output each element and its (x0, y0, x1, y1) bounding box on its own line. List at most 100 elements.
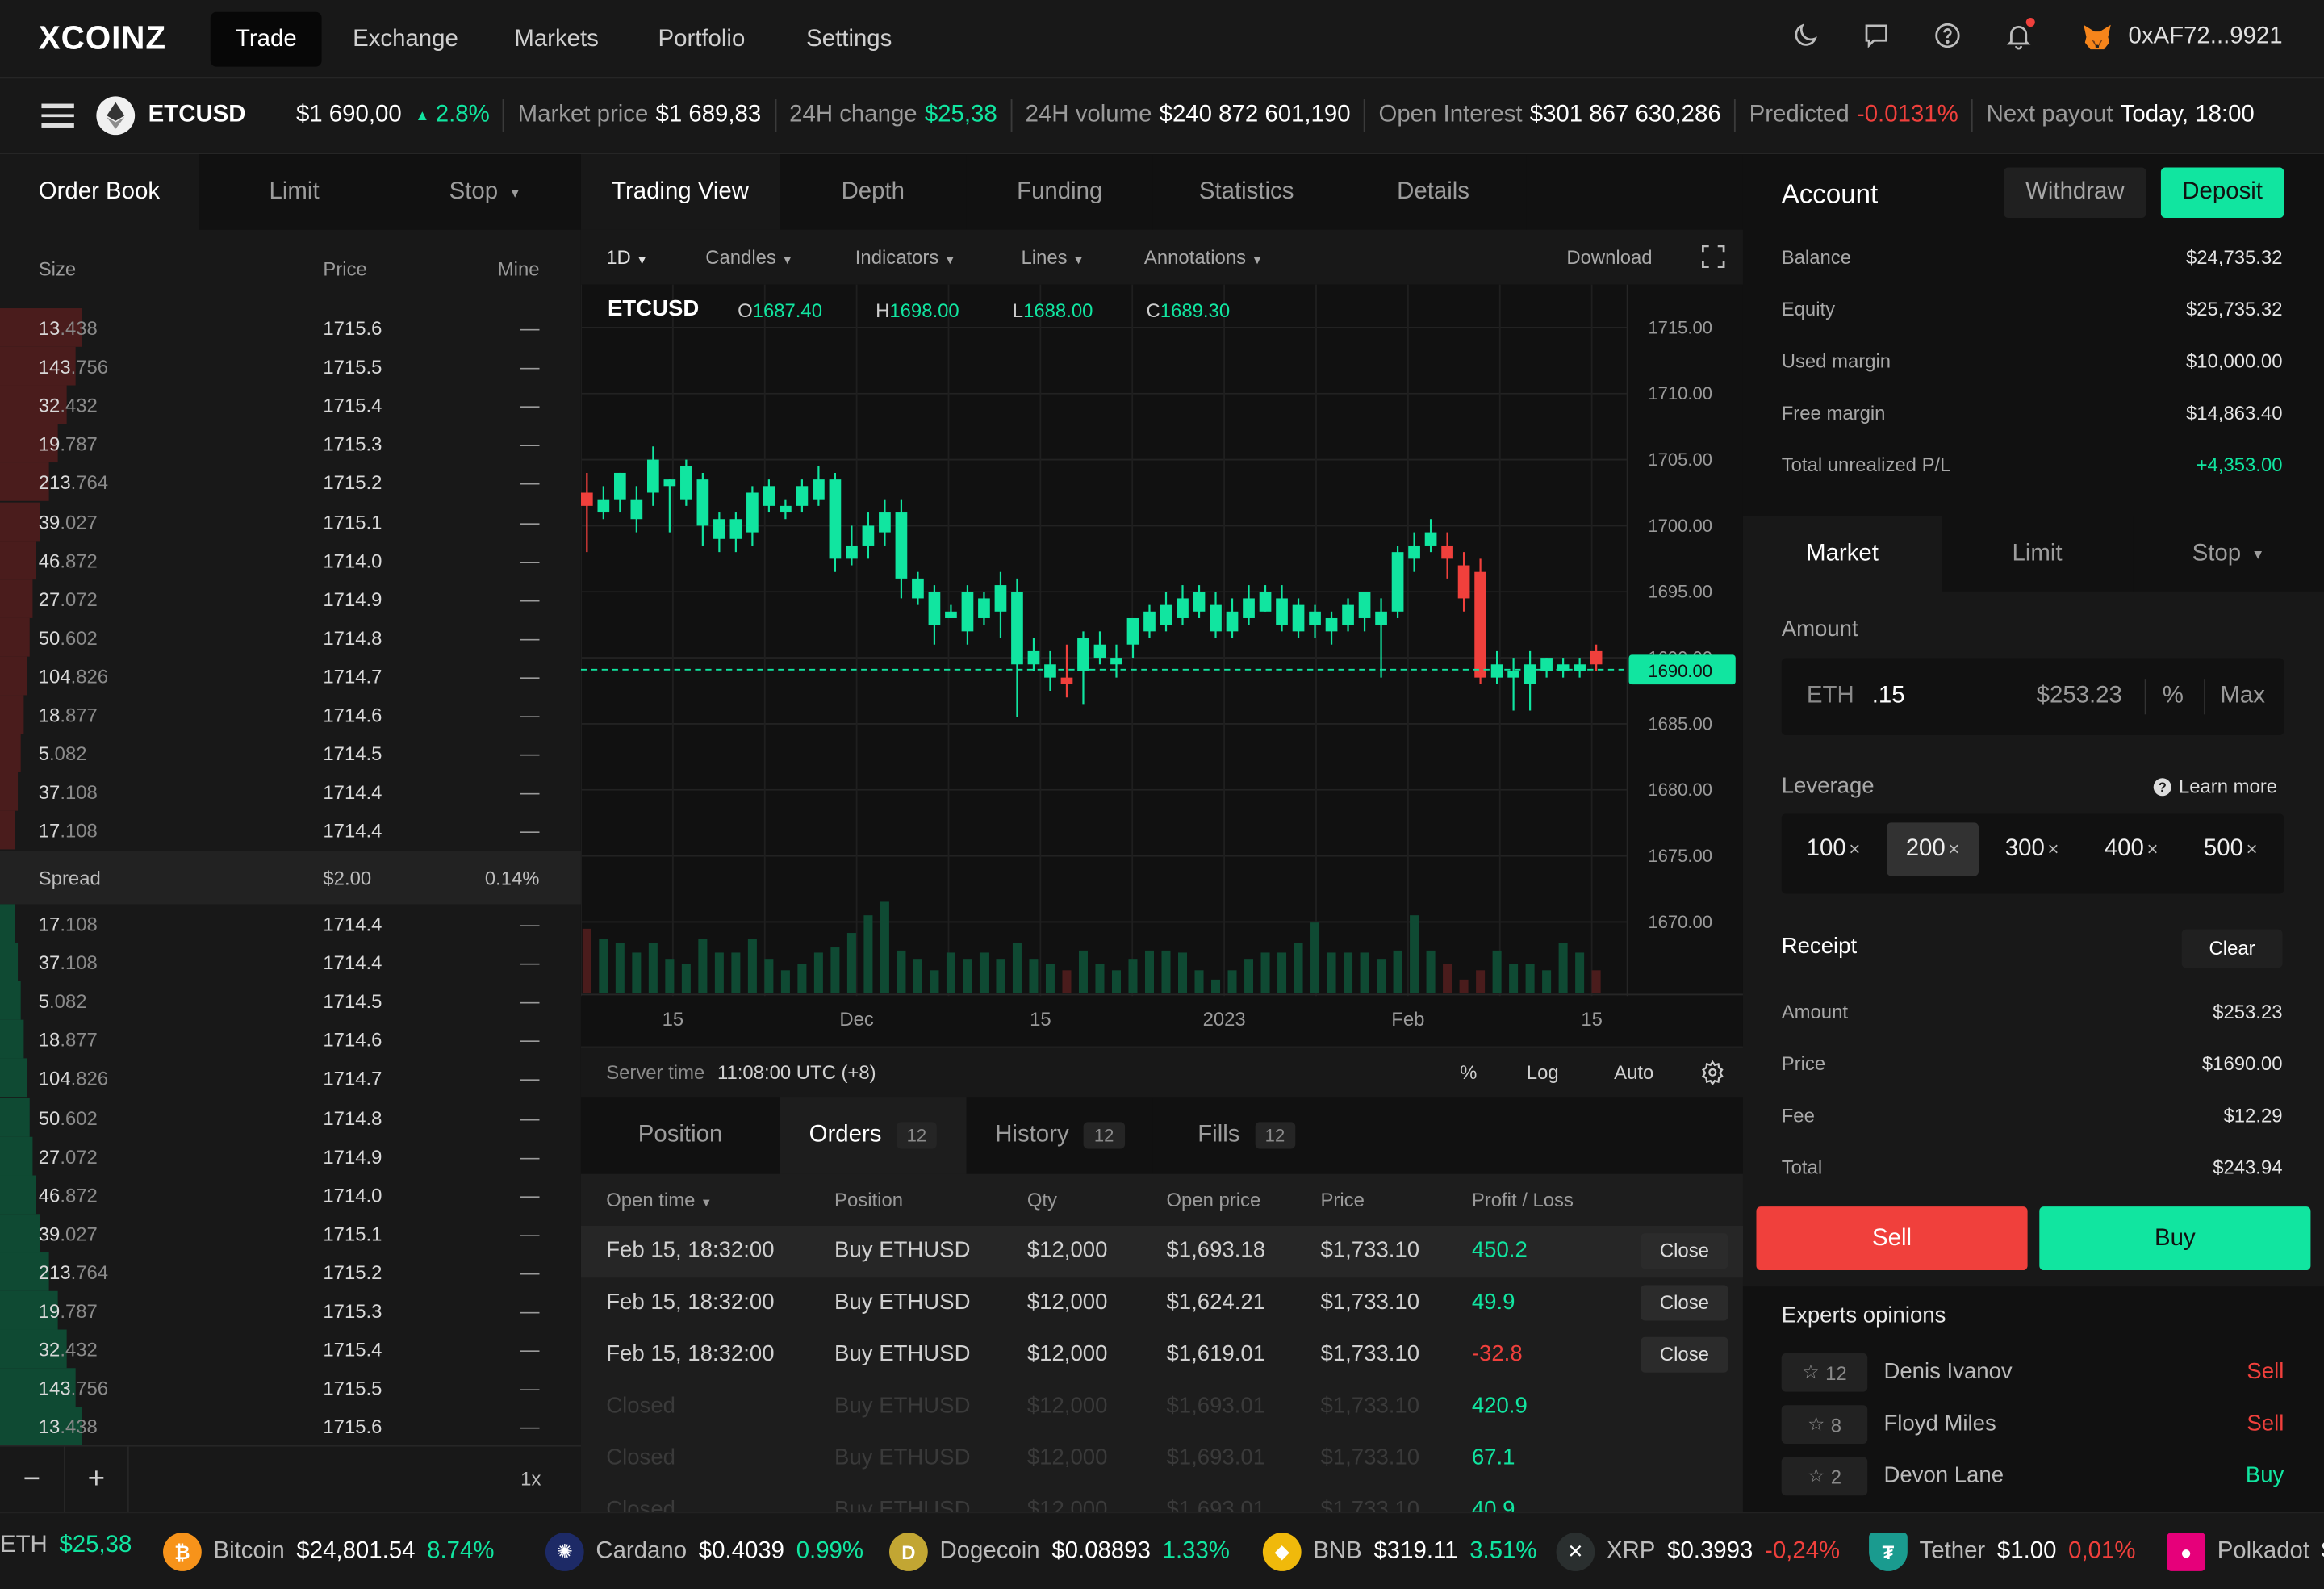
order-book-row[interactable]: 39.027 1715.1 — (0, 501, 581, 541)
order-book-row[interactable]: 19.787 1715.3 — (0, 1290, 581, 1330)
percent-scale-button[interactable]: % (1460, 1061, 1477, 1084)
tab-limit[interactable]: Limit (199, 154, 391, 230)
log-scale-button[interactable]: Log (1527, 1061, 1559, 1084)
expert-row[interactable]: ☆ 8 Floyd Miles Sell (1781, 1405, 2284, 1449)
order-row[interactable]: Feb 15, 18:32:00 Buy ETHUSD $12,000 $1,619.… (581, 1330, 1743, 1382)
candle-body[interactable] (1177, 598, 1189, 618)
candle-body[interactable] (1375, 611, 1387, 625)
leverage-option-400[interactable]: 400 × (2085, 822, 2177, 876)
candle-body[interactable] (696, 479, 709, 526)
candle-body[interactable] (1590, 650, 1603, 665)
order-book-row[interactable]: 213.764 1715.2 — (0, 1252, 581, 1291)
moon-icon[interactable] (1791, 21, 1823, 53)
candle-body[interactable] (994, 585, 1007, 612)
order-book-row[interactable]: 17.108 1714.4 — (0, 811, 581, 850)
coin-ticker-item[interactable]: ✕ XRP $0.3993 -0,24% (1556, 1533, 1840, 1571)
auto-scale-button[interactable]: Auto (1614, 1061, 1653, 1084)
candle-body[interactable] (1093, 644, 1106, 659)
candle-body[interactable] (1044, 664, 1056, 678)
candle-body[interactable] (580, 492, 593, 506)
candle-body[interactable] (978, 598, 990, 618)
order-book-row[interactable]: 27.072 1714.9 — (0, 1136, 581, 1175)
coin-ticker-item[interactable]: ● Polkadot $ (2167, 1533, 2324, 1571)
candle-body[interactable] (1457, 565, 1470, 599)
candle-body[interactable] (1259, 592, 1272, 612)
order-book-row[interactable]: 17.108 1714.4 — (0, 904, 581, 943)
candle-body[interactable] (647, 459, 659, 493)
expert-row[interactable]: ☆ 2 Devon Lane Buy (1781, 1457, 2284, 1501)
candle-body[interactable] (796, 486, 809, 506)
indicators-dropdown[interactable]: Indicators ▼ (855, 246, 956, 269)
tab-history[interactable]: History 12 (966, 1097, 1153, 1174)
order-row[interactable]: Feb 15, 18:32:00 Buy ETHUSD $12,000 $1,624.… (581, 1277, 1743, 1329)
zoom-in-button[interactable]: + (65, 1446, 129, 1512)
candle-body[interactable] (746, 492, 759, 533)
candle-body[interactable] (1309, 611, 1321, 625)
coin-ticker-item[interactable]: ₮ Tether $1.00 0,01% (1869, 1533, 2135, 1571)
candle-body[interactable] (1126, 617, 1139, 645)
candle-body[interactable] (713, 519, 725, 539)
symbol-selector[interactable]: ETCUSD (148, 102, 246, 129)
chat-icon[interactable] (1862, 21, 1894, 53)
candlestick-chart[interactable]: 1715.00 1710.00 1705.00 1700.00 1695.00 1690.… (580, 284, 1743, 1098)
close-order-button[interactable]: Close (1641, 1285, 1728, 1321)
tab-limit-order[interactable]: Limit (1942, 516, 2134, 592)
tab-orders[interactable]: Orders 12 (780, 1097, 967, 1174)
candle-body[interactable] (1210, 604, 1222, 632)
order-book-row[interactable]: 5.082 1714.5 — (0, 734, 581, 773)
tab-order-book[interactable]: Order Book (0, 154, 199, 230)
fullscreen-icon[interactable] (1701, 245, 1725, 273)
candle-body[interactable] (961, 592, 974, 632)
learn-more-link[interactable]: ? Learn more (2153, 776, 2277, 797)
candle-body[interactable] (1490, 664, 1503, 678)
candle-body[interactable] (1243, 598, 1255, 618)
candle-body[interactable] (630, 499, 643, 520)
candle-body[interactable] (763, 486, 775, 506)
sell-button[interactable]: Sell (1756, 1206, 2028, 1271)
candle-body[interactable] (1524, 664, 1536, 684)
tab-statistics[interactable]: Statistics (1152, 154, 1340, 230)
candle-body[interactable] (1077, 638, 1089, 671)
order-row[interactable]: Closed Buy ETHUSD $12,000 $1,693.01 $1,733.1… (581, 1382, 1743, 1433)
order-book-row[interactable]: 13.438 1715.6 — (0, 1407, 581, 1446)
candle-body[interactable] (813, 479, 825, 500)
amount-value[interactable]: .15 (1872, 684, 1905, 710)
candle-body[interactable] (1060, 677, 1073, 684)
wallet-button[interactable]: 0xAF72...9921 (2081, 21, 2283, 53)
download-button[interactable]: Download (1566, 246, 1652, 269)
candle-body[interactable] (1424, 532, 1437, 546)
help-icon[interactable] (1933, 21, 1965, 53)
candles-dropdown[interactable]: Candles ▼ (705, 246, 793, 269)
candle-body[interactable] (1325, 617, 1338, 632)
order-book-row[interactable]: 104.826 1714.7 — (0, 1059, 581, 1098)
candle-body[interactable] (1193, 592, 1206, 612)
leverage-option-200[interactable]: 200 × (1887, 822, 1979, 876)
candle-body[interactable] (780, 505, 792, 513)
candle-body[interactable] (1342, 604, 1354, 625)
candle-body[interactable] (1160, 604, 1172, 625)
tab-depth[interactable]: Depth (780, 154, 967, 230)
order-book-row[interactable]: 143.756 1715.5 — (0, 1368, 581, 1407)
tab-position[interactable]: Position (580, 1097, 780, 1174)
candle-body[interactable] (1110, 658, 1122, 665)
coin-ticker-item[interactable]: ETH $25,38 (0, 1533, 132, 1559)
order-book-row[interactable]: 32.432 1715.4 — (0, 385, 581, 424)
leverage-option-300[interactable]: 300 × (1986, 822, 2078, 876)
order-book-row[interactable]: 18.877 1714.6 — (0, 695, 581, 734)
order-book-row[interactable]: 39.027 1715.1 — (0, 1213, 581, 1252)
candle-body[interactable] (862, 525, 875, 546)
order-book-row[interactable]: 46.872 1714.0 — (0, 540, 581, 579)
nav-exchange[interactable]: Exchange (328, 12, 483, 67)
nav-portfolio[interactable]: Portfolio (633, 12, 770, 67)
order-book-row[interactable]: 13.438 1715.6 — (0, 308, 581, 347)
order-book-row[interactable]: 104.826 1714.7 — (0, 656, 581, 696)
amount-input[interactable]: ETH .15 $253.23 % Max (1781, 658, 2284, 736)
hamburger-menu-icon[interactable] (41, 104, 74, 128)
order-book-row[interactable]: 32.432 1715.4 — (0, 1329, 581, 1369)
order-row[interactable]: Closed Buy ETHUSD $12,000 $1,693.01 $1,733.1… (581, 1433, 1743, 1485)
bell-icon[interactable] (2004, 18, 2036, 53)
candle-body[interactable] (1011, 592, 1023, 665)
nav-trade[interactable]: Trade (210, 11, 322, 67)
candle-body[interactable] (1292, 604, 1305, 632)
candle-body[interactable] (1507, 671, 1519, 678)
